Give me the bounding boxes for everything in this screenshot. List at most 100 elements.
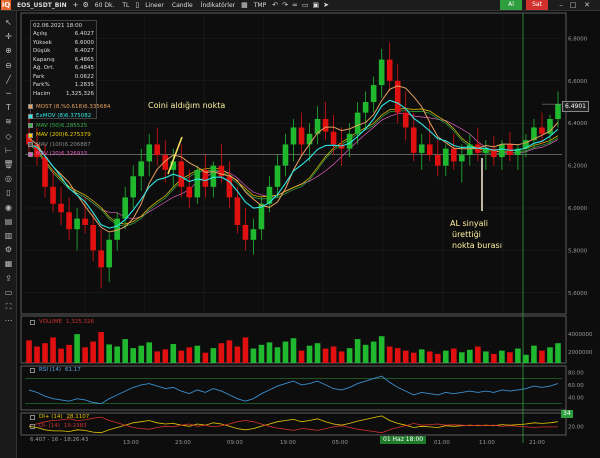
info-row: Düşük 6.4027 (33, 47, 94, 56)
di-minus-label: DI- (14) 19.2383 (30, 423, 89, 429)
info-date: 02.06.2021 18:00 (33, 23, 83, 29)
template-icon[interactable]: ▥ (3, 230, 14, 241)
eye-icon[interactable]: ◉ (3, 202, 14, 213)
di-minus-value: 19.2383 (63, 423, 87, 429)
info-value: 6.4865 (74, 56, 94, 63)
rsi-value: 61.17 (64, 367, 81, 373)
candle-body (282, 144, 289, 166)
di-minus-toggle[interactable] (30, 423, 35, 429)
close-icon[interactable]: ✕ (582, 0, 592, 10)
legend-swatch (28, 113, 33, 119)
more-icon[interactable]: ⋯ (3, 315, 14, 326)
ruler-icon[interactable]: ⊢ (3, 145, 14, 156)
link-icon[interactable]: ∞ (290, 1, 300, 9)
legend-item[interactable]: ExMOV (8)6.375082 (28, 112, 110, 122)
legend-swatch (28, 123, 33, 129)
shapes-icon[interactable]: ◇ (3, 131, 14, 142)
layers-icon[interactable]: ▤ (3, 216, 14, 227)
minimize-icon[interactable]: – (556, 0, 566, 10)
legend-item[interactable]: MAV (20)6.326933 (28, 150, 110, 160)
zoom-in-icon[interactable]: ⊕ (3, 45, 14, 56)
fullscreen-icon[interactable]: ⛶ (3, 301, 14, 312)
sell-button[interactable]: Sat (526, 0, 548, 10)
grid-icon[interactable]: ▦ (239, 1, 250, 9)
volume-bar (314, 343, 321, 363)
template-button[interactable]: TMP (250, 2, 270, 9)
horizontal-line-icon[interactable]: ─ (3, 88, 14, 99)
candle-body (178, 161, 185, 187)
volume-bar (531, 345, 537, 363)
redo-icon[interactable]: ↷ (280, 1, 290, 9)
legend-swatch (28, 132, 33, 138)
volume-bar (491, 353, 497, 363)
chart-type-selector[interactable]: Candle (168, 2, 197, 9)
candle-body (234, 197, 241, 225)
price-axis-label: 6,0000 (568, 206, 588, 212)
maximize-icon[interactable]: □ (568, 0, 578, 10)
fibonacci-icon[interactable]: ≋ (3, 116, 14, 127)
volume-bar (298, 350, 305, 363)
trendline-icon[interactable]: ╱ (3, 74, 14, 85)
interval-selector[interactable]: 60 Dk. (91, 2, 119, 9)
time-axis-label: 01:00 (434, 440, 450, 446)
settings-icon[interactable]: ⚙ (81, 1, 91, 9)
info-row: Fark% 1.2835 (33, 81, 94, 90)
volume-bar (186, 347, 193, 363)
volume-bar (146, 342, 153, 363)
candle-body (386, 59, 393, 81)
scale-selector[interactable]: Lineer (141, 2, 168, 9)
candle-body (450, 148, 457, 162)
crosshair-icon[interactable]: ✛ (3, 31, 14, 42)
volume-bar (42, 343, 48, 363)
volume-bar (114, 346, 120, 363)
delete-icon[interactable]: 🗑 (3, 159, 14, 170)
pointer-icon[interactable]: ↖ (3, 17, 14, 28)
volume-bar (362, 344, 369, 363)
candle-body (467, 144, 473, 156)
zoom-out-icon[interactable]: ⊖ (3, 60, 14, 71)
print-icon[interactable]: ▭ (300, 1, 311, 9)
candle-body (82, 218, 88, 225)
grid-icon[interactable]: ▦ (3, 258, 14, 269)
volume-bar (210, 348, 217, 363)
volume-bar (442, 350, 449, 363)
legend-item[interactable]: MOST (8,%0.618)6.335684 (28, 102, 110, 112)
indicators-button[interactable]: İndikatörler (197, 2, 239, 9)
currency-selector[interactable]: TL (118, 2, 133, 9)
legend-swatch (28, 142, 33, 148)
candle-body (362, 102, 369, 113)
legend-item[interactable]: MAV (100)6.206887 (28, 140, 110, 150)
undo-icon[interactable]: ↶ (270, 1, 280, 9)
rsi-toggle[interactable] (30, 367, 35, 373)
candle-body (58, 203, 64, 213)
legend-item[interactable]: MAV (50)6.285525 (28, 121, 110, 131)
time-cursor-label: 01 Haz 18:00 (380, 436, 427, 444)
save-icon[interactable]: ▣ (310, 1, 321, 9)
candle-body (50, 186, 56, 204)
di-plus-toggle[interactable] (30, 414, 35, 420)
lock-icon[interactable]: ▯ (133, 1, 141, 9)
text-icon[interactable]: T (3, 102, 14, 113)
buy-button[interactable]: Al (500, 0, 522, 10)
chart-canvas[interactable]: 6,8000 6,6000 6,4000 6,2000 6,0000 5,8000 5,60… (17, 11, 600, 458)
cursor-icon[interactable]: ➤ (321, 1, 331, 9)
candle-body (74, 218, 80, 230)
settings-icon[interactable]: ⚙ (3, 244, 14, 255)
panel-frame (20, 12, 567, 315)
volume-toggle[interactable] (30, 319, 35, 325)
export-icon[interactable]: ⇪ (3, 273, 14, 284)
volume-bar (483, 351, 489, 363)
lock-icon[interactable]: ▯ (3, 187, 14, 198)
symbol-selector[interactable]: EOS_USDT_BIN (13, 2, 71, 9)
price-axis-label: 5,8000 (568, 248, 588, 254)
magnet-icon[interactable]: ◎ (3, 173, 14, 184)
price-axis-label: 6,2000 (568, 164, 588, 170)
volume-bar (202, 352, 209, 363)
volume-bar (74, 334, 80, 363)
volume-value: 1,325,326 (66, 319, 95, 325)
legend-item[interactable]: MAV (200)6.275379 (28, 131, 110, 141)
volume-panel-label: VOLUME 1,325,326 (30, 319, 96, 325)
print-icon[interactable]: ▭ (3, 287, 14, 298)
candle-body (330, 131, 337, 145)
add-symbol-button[interactable]: + (71, 1, 81, 9)
